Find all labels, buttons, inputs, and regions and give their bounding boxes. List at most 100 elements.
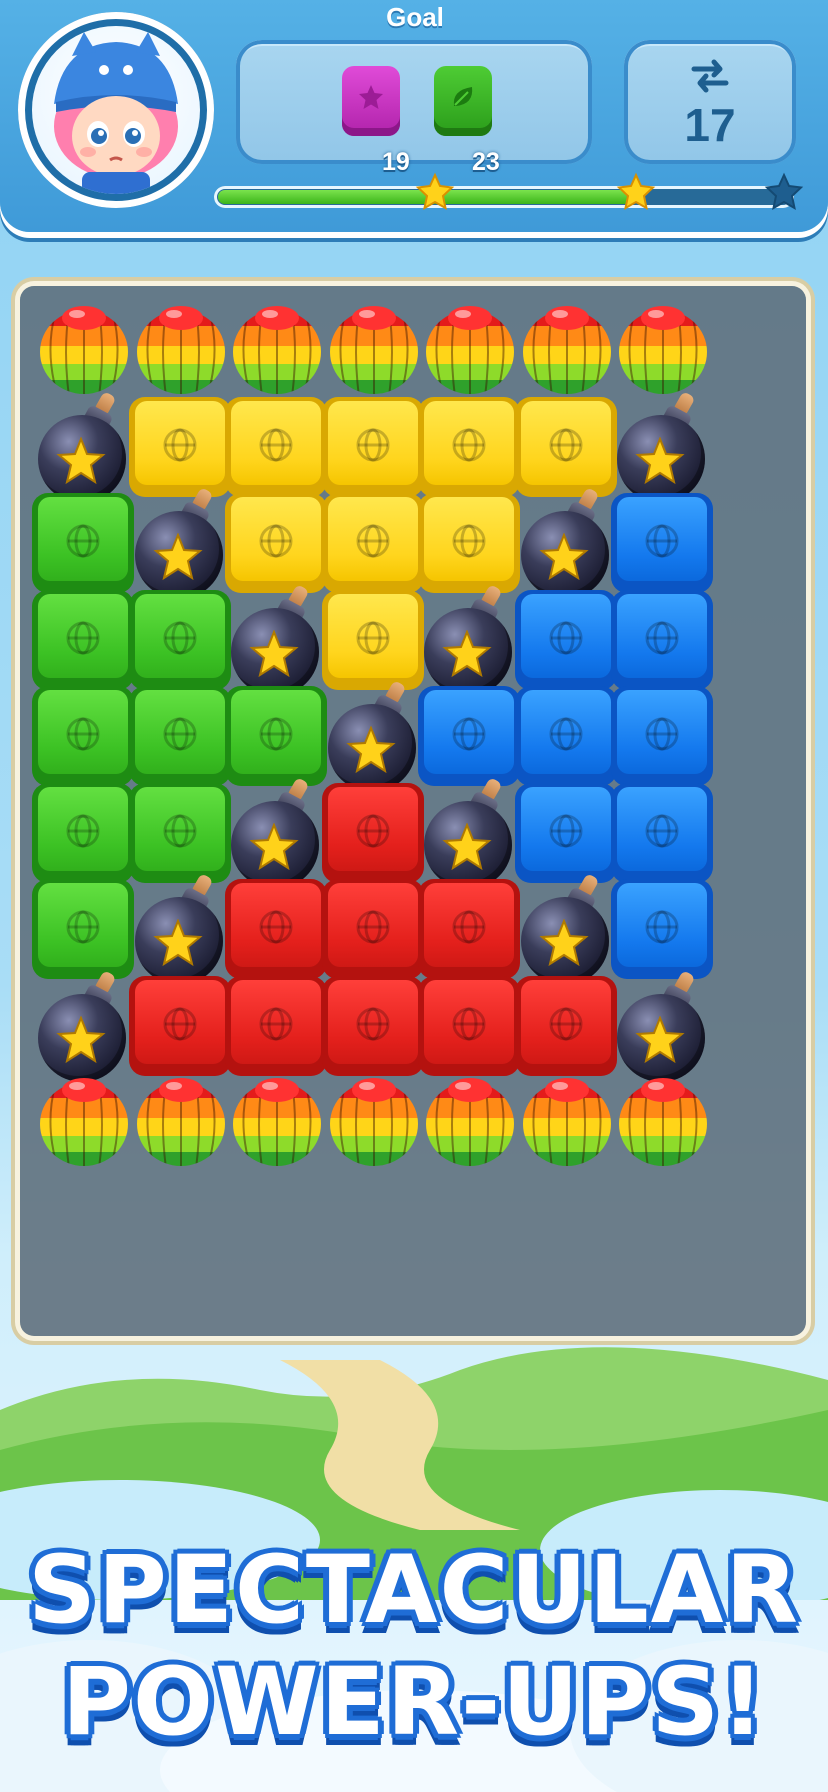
globe-emblem-icon: [66, 524, 100, 558]
bomb-power-up-tile[interactable]: [513, 486, 619, 599]
green-cube-tile[interactable]: [30, 487, 136, 593]
green-cube-tile[interactable]: [127, 777, 233, 883]
blue-cube-tile[interactable]: [609, 584, 715, 690]
balloon-pinata-tile[interactable]: [609, 1066, 715, 1172]
globe-emblem-icon: [66, 717, 100, 751]
green-cube-tile[interactable]: [30, 680, 136, 786]
bomb-power-up-tile[interactable]: [127, 486, 233, 599]
green-cube-tile[interactable]: [30, 873, 136, 979]
bomb-power-up-tile[interactable]: [609, 390, 715, 503]
bomb-power-up-tile[interactable]: [320, 679, 426, 792]
bomb-power-up-tile[interactable]: [416, 776, 522, 889]
balloon-icon: [522, 306, 611, 394]
balloon-icon: [136, 1078, 225, 1166]
globe-emblem-icon: [163, 428, 196, 461]
balloon-pinata-tile[interactable]: [416, 1066, 522, 1172]
yellow-cube-tile[interactable]: [513, 391, 619, 497]
globe-emblem-icon: [66, 910, 100, 944]
balloon-pinata-tile[interactable]: [127, 294, 233, 400]
red-cube-tile[interactable]: [127, 970, 233, 1076]
yellow-cube-tile[interactable]: [416, 487, 522, 593]
moves-remaining-count: 17: [684, 99, 736, 151]
blue-cube-tile[interactable]: [513, 777, 619, 883]
yellow-cube-tile[interactable]: [416, 391, 522, 497]
star-icon: [345, 726, 396, 774]
balloon-pinata-tile[interactable]: [320, 1066, 426, 1172]
bomb-power-up-tile[interactable]: [513, 872, 619, 985]
bomb-power-up-tile[interactable]: [416, 583, 522, 696]
star-icon: [56, 436, 106, 484]
star-icon: [538, 919, 589, 967]
red-cube-tile[interactable]: [223, 873, 329, 979]
globe-emblem-icon: [259, 524, 293, 558]
star-icon: [635, 436, 685, 484]
red-cube-tile[interactable]: [320, 777, 426, 883]
goal-item-purple: 19: [342, 66, 410, 176]
cube-block: [32, 686, 134, 786]
bomb-power-up-tile[interactable]: [609, 969, 715, 1082]
blue-cube-tile[interactable]: [416, 680, 522, 786]
cube-block: [514, 975, 617, 1076]
green-cube-tile[interactable]: [30, 777, 136, 883]
promo-banner: SPECTACULAR POWER-UPS!: [0, 1500, 828, 1792]
yellow-cube-tile[interactable]: [127, 391, 233, 497]
cube-block: [321, 879, 424, 979]
globe-emblem-icon: [163, 814, 196, 847]
yellow-cube-tile[interactable]: [320, 584, 426, 690]
blue-cube-tile[interactable]: [609, 487, 715, 593]
green-leaf-block-icon: [434, 66, 492, 136]
balloon-pinata-tile[interactable]: [223, 294, 329, 400]
globe-emblem-icon: [645, 717, 679, 751]
progress-star-icon-2: [616, 172, 655, 210]
green-cube-tile[interactable]: [127, 584, 233, 690]
bomb-power-up-tile[interactable]: [223, 776, 329, 889]
globe-emblem-icon: [66, 621, 100, 654]
red-cube-tile[interactable]: [416, 873, 522, 979]
blue-cube-tile[interactable]: [513, 584, 619, 690]
bomb-power-up-tile[interactable]: [30, 969, 136, 1082]
yellow-cube-tile[interactable]: [320, 487, 426, 593]
goal-item-green: 23: [434, 66, 500, 176]
cube-block: [321, 589, 424, 690]
yellow-cube-tile[interactable]: [223, 487, 329, 593]
blue-cube-tile[interactable]: [609, 777, 715, 883]
red-cube-tile[interactable]: [320, 873, 426, 979]
balloon-pinata-tile[interactable]: [609, 294, 715, 400]
cube-block: [321, 493, 424, 593]
blue-cube-tile[interactable]: [609, 680, 715, 786]
green-cube-tile[interactable]: [223, 680, 329, 786]
red-cube-tile[interactable]: [223, 970, 329, 1076]
balloon-pinata-tile[interactable]: [30, 294, 136, 400]
balloon-pinata-tile[interactable]: [127, 1066, 233, 1172]
bomb-power-up-tile[interactable]: [223, 583, 329, 696]
yellow-cube-tile[interactable]: [320, 391, 426, 497]
star-icon: [249, 822, 299, 870]
cube-block: [514, 782, 617, 883]
blue-cube-tile[interactable]: [513, 680, 619, 786]
banner-headline-line1: SPECTACULAR: [28, 1536, 800, 1645]
red-cube-tile[interactable]: [513, 970, 619, 1076]
balloon-pinata-tile[interactable]: [513, 294, 619, 400]
bomb-power-up-tile[interactable]: [127, 872, 233, 985]
balloon-pinata-tile[interactable]: [320, 294, 426, 400]
balloon-pinata-tile[interactable]: [223, 1066, 329, 1172]
balloon-pinata-tile[interactable]: [416, 294, 522, 400]
cube-block: [514, 396, 617, 497]
globe-emblem-icon: [645, 621, 679, 654]
globe-emblem-icon: [549, 621, 582, 654]
player-avatar[interactable]: [18, 12, 214, 208]
bomb-power-up-tile[interactable]: [30, 390, 136, 503]
cube-block: [418, 879, 520, 979]
cube-block: [128, 686, 231, 786]
yellow-cube-tile[interactable]: [223, 391, 329, 497]
globe-emblem-icon: [356, 1007, 389, 1040]
blue-cube-tile[interactable]: [609, 873, 715, 979]
red-cube-tile[interactable]: [416, 970, 522, 1076]
red-cube-tile[interactable]: [320, 970, 426, 1076]
green-cube-tile[interactable]: [127, 680, 233, 786]
goal-count-green: 23: [472, 148, 500, 176]
green-cube-tile[interactable]: [30, 584, 136, 690]
balloon-pinata-tile[interactable]: [30, 1066, 136, 1172]
balloon-pinata-tile[interactable]: [513, 1066, 619, 1172]
avatar-character-image: [32, 26, 200, 194]
